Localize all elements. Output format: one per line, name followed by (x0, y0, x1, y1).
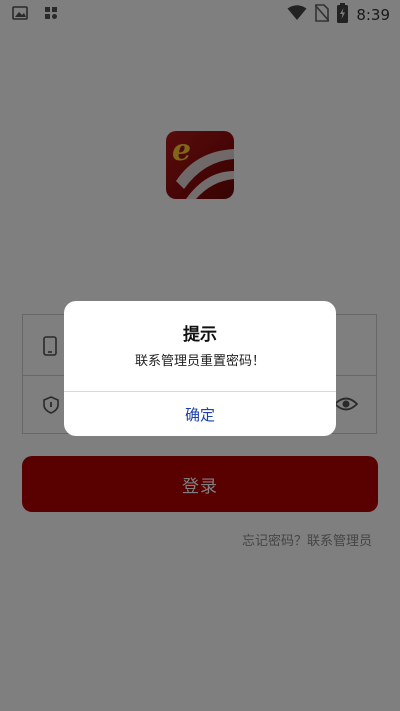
alert-dialog: 提示 联系管理员重置密码！ 确定 (64, 301, 336, 436)
dialog-title: 提示 (183, 325, 217, 345)
dialog-message: 联系管理员重置密码！ (134, 354, 265, 369)
confirm-button[interactable]: 确定 (64, 392, 336, 436)
